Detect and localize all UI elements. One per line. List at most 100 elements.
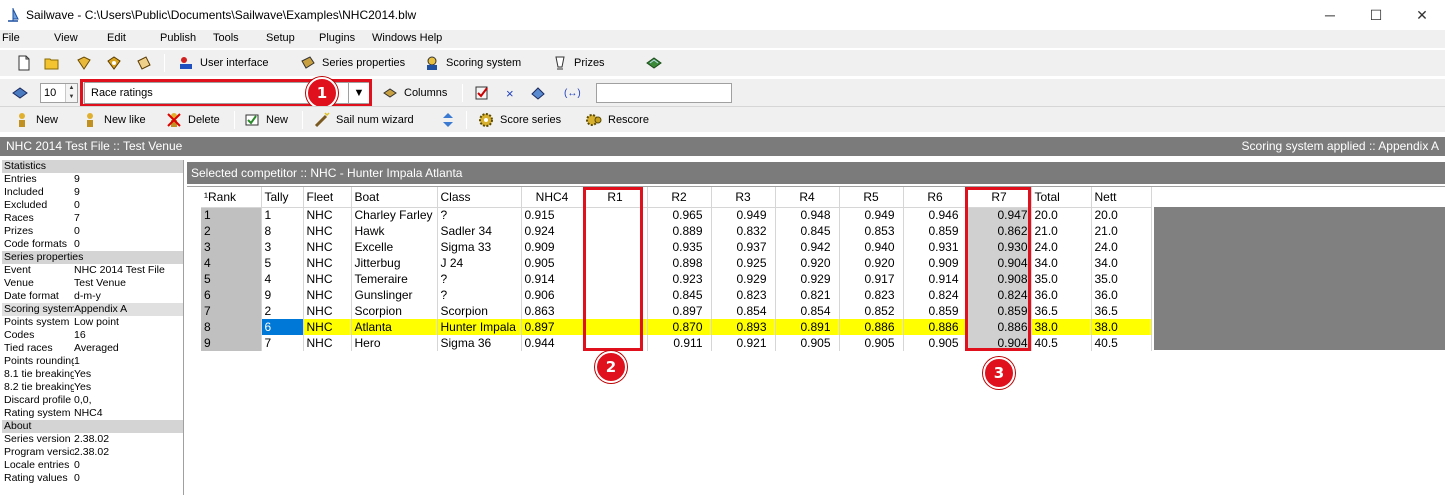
save-button[interactable] [76, 53, 98, 73]
delete-competitor-button[interactable]: Delete [166, 110, 220, 130]
save-all-button[interactable] [106, 53, 128, 73]
table-cell[interactable]: Hawk [351, 223, 438, 239]
table-cell[interactable]: 0.944 [521, 335, 584, 351]
panel-property-row[interactable]: Code formats 0 [2, 238, 183, 251]
column-header[interactable]: NHC4 [521, 187, 584, 208]
table-cell[interactable]: 0.948 [775, 207, 840, 223]
table-cell[interactable]: NHC [303, 271, 352, 287]
column-header[interactable]: Class [437, 187, 522, 208]
table-cell[interactable]: 0.845 [775, 223, 840, 239]
table-cell[interactable]: Jitterbug [351, 255, 438, 271]
clear-filter-button[interactable]: × [506, 83, 514, 103]
table-cell[interactable]: 0.852 [839, 303, 904, 319]
menu-windows-help[interactable]: Windows Help [372, 32, 442, 44]
table-cell[interactable]: Hero [351, 335, 438, 351]
table-cell[interactable]: 0.946 [903, 207, 968, 223]
table-cell[interactable]: 0.935 [647, 239, 712, 255]
column-header[interactable]: R3 [711, 187, 776, 208]
stepper-up-icon[interactable]: ▲ [66, 84, 77, 93]
table-cell[interactable]: Scorpion [437, 303, 522, 319]
panel-section-header[interactable]: Statistics [2, 160, 183, 173]
results-grid[interactable]: ¹Rank Tally Fleet Boat Class NHC4 R1 R2 R3 R4 R5 R6… [187, 186, 1445, 495]
panel-property-row[interactable]: Scoring system Appendix A [2, 303, 183, 316]
panel-property-row[interactable]: Excluded 0 [2, 199, 183, 212]
menu-view[interactable]: View [54, 32, 78, 44]
new-competitor-button[interactable]: New [14, 110, 58, 130]
table-cell[interactable]: 0.886 [839, 319, 904, 335]
table-cell[interactable]: 0.898 [647, 255, 712, 271]
table-cell[interactable]: Temeraire [351, 271, 438, 287]
panel-property-row[interactable]: Event NHC 2014 Test File [2, 264, 183, 277]
menu-setup[interactable]: Setup [266, 32, 295, 44]
table-cell[interactable]: 6 [201, 287, 262, 303]
column-header[interactable]: Fleet [303, 187, 352, 208]
table-cell[interactable]: 0.949 [839, 207, 904, 223]
menu-tools[interactable]: Tools [213, 32, 239, 44]
table-cell[interactable]: 0.914 [521, 271, 584, 287]
panel-property-row[interactable]: Date format d-m-y [2, 290, 183, 303]
column-header[interactable]: Nett [1091, 187, 1152, 208]
table-cell[interactable]: 0.942 [775, 239, 840, 255]
row-height-stepper[interactable]: 10 ▲ ▼ [40, 83, 78, 103]
table-cell[interactable]: 0.891 [775, 319, 840, 335]
table-cell[interactable]: 6 [261, 319, 304, 335]
table-cell[interactable]: Charley Farley [351, 207, 438, 223]
panel-property-row[interactable]: 8.2 tie breaking Yes [2, 381, 183, 394]
table-cell[interactable]: 7 [261, 335, 304, 351]
column-header[interactable]: Total [1031, 187, 1092, 208]
panel-property-row[interactable]: Discard profile 0,0, [2, 394, 183, 407]
publish-web-button[interactable] [646, 53, 668, 73]
table-cell[interactable]: 0.911 [647, 335, 712, 351]
table-cell[interactable]: 0.832 [711, 223, 776, 239]
maximize-button[interactable]: ☐ [1353, 0, 1399, 30]
panel-property-row[interactable]: Races 7 [2, 212, 183, 225]
table-cell[interactable]: 0.914 [903, 271, 968, 287]
table-cell[interactable]: 0.905 [903, 335, 968, 351]
panel-property-row[interactable]: Locale entries 0 [2, 459, 183, 472]
table-cell[interactable]: 0.923 [647, 271, 712, 287]
scoring-system-button[interactable]: Scoring system [424, 53, 521, 73]
menu-edit[interactable]: Edit [107, 32, 126, 44]
table-cell[interactable]: 0.824 [903, 287, 968, 303]
series-properties-button[interactable]: Series properties [300, 53, 405, 73]
menu-file[interactable]: File [2, 32, 20, 44]
table-cell[interactable]: 0.915 [521, 207, 584, 223]
table-cell[interactable]: NHC [303, 287, 352, 303]
column-header[interactable]: ¹Rank [201, 187, 262, 208]
new-like-button[interactable]: New like [82, 110, 146, 130]
table-cell[interactable]: 9 [201, 335, 262, 351]
stepper-arrows[interactable]: ▲ ▼ [65, 84, 77, 102]
table-cell[interactable]: 0.859 [903, 223, 968, 239]
table-cell[interactable]: 8 [261, 223, 304, 239]
table-cell[interactable]: 34.0 [1031, 255, 1092, 271]
table-cell[interactable]: 0.924 [521, 223, 584, 239]
panel-property-row[interactable]: Entries 9 [2, 173, 183, 186]
table-cell[interactable]: 0.886 [903, 319, 968, 335]
table-cell[interactable]: ? [437, 287, 522, 303]
table-cell[interactable]: J 24 [437, 255, 522, 271]
table-cell[interactable]: 36.0 [1031, 287, 1092, 303]
filter-input[interactable] [596, 83, 732, 103]
column-header[interactable]: R6 [903, 187, 968, 208]
table-cell[interactable]: NHC [303, 319, 352, 335]
new-race-button[interactable]: New [244, 110, 288, 130]
close-button[interactable]: ✕ [1399, 0, 1445, 30]
panel-property-row[interactable]: Tied races Averaged [2, 342, 183, 355]
table-cell[interactable]: 0.905 [839, 335, 904, 351]
table-cell[interactable]: 0.853 [839, 223, 904, 239]
table-cell[interactable]: 0.925 [711, 255, 776, 271]
panel-property-row[interactable]: Points system Low point [2, 316, 183, 329]
table-cell[interactable]: 24.0 [1091, 239, 1152, 255]
panel-property-row[interactable]: Program version 2.38.02 [2, 446, 183, 459]
column-header[interactable]: Tally [261, 187, 304, 208]
table-cell[interactable]: 3 [201, 239, 262, 255]
table-cell[interactable]: 0.889 [647, 223, 712, 239]
table-cell[interactable]: NHC [303, 239, 352, 255]
table-cell[interactable]: NHC [303, 255, 352, 271]
table-cell[interactable]: NHC [303, 223, 352, 239]
table-cell[interactable]: 40.5 [1031, 335, 1092, 351]
table-cell[interactable]: Sigma 36 [437, 335, 522, 351]
sail-num-wizard-button[interactable]: Sail num wizard [314, 110, 414, 130]
table-cell[interactable]: 35.0 [1031, 271, 1092, 287]
series-info-panel[interactable]: Statistics Entries 9 Included 9 Excluded 0 Race… [2, 160, 184, 495]
